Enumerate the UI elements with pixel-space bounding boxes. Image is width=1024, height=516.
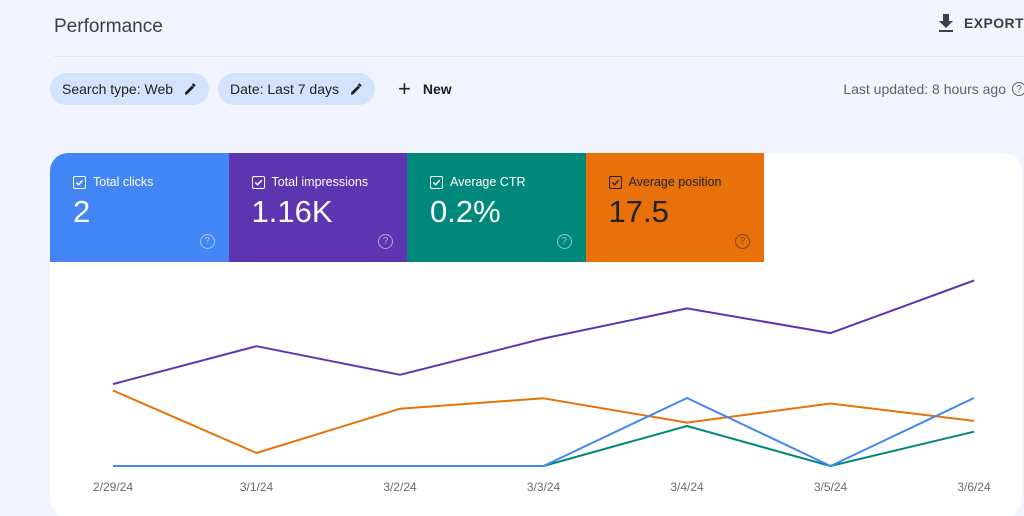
- metric-value: 17.5: [608, 194, 669, 229]
- export-label: EXPORT: [964, 15, 1024, 31]
- help-icon[interactable]: ?: [556, 234, 572, 249]
- help-icon[interactable]: ?: [378, 234, 393, 249]
- metric-total-impressions[interactable]: Total impressions 1.16K ?: [228, 153, 407, 262]
- help-icon[interactable]: ?: [735, 234, 750, 249]
- metric-label: Average position: [628, 175, 722, 189]
- page-title: Performance: [54, 16, 163, 37]
- last-updated-text: Last updated: 8 hours ago: [843, 81, 1006, 97]
- edit-pencil-icon: [185, 83, 196, 95]
- x-tick-label: 3/1/24: [240, 480, 274, 494]
- series-line-average-position[interactable]: [112, 389, 975, 454]
- metric-value: 1.16K: [251, 194, 333, 229]
- chip-label: Date: Last 7 days: [230, 81, 339, 97]
- x-tick-label: 3/4/24: [670, 480, 704, 494]
- export-button[interactable]: EXPORT: [938, 14, 1024, 32]
- metric-value: 2: [73, 194, 91, 229]
- checkbox-checked-icon[interactable]: [430, 175, 443, 189]
- download-icon: [939, 14, 954, 32]
- date-filter-chip[interactable]: Date: Last 7 days: [218, 73, 375, 105]
- x-tick-label: 2/29/24: [93, 480, 133, 494]
- last-updated-status: Last updated: 8 hours ago ?: [843, 81, 1024, 97]
- checkbox-checked-icon[interactable]: [73, 175, 86, 189]
- metric-label: Total clicks: [93, 175, 154, 189]
- performance-line-chart: 2/29/24 3/1/24 3/2/24 3/3/24 3/4/24 3/5/24 3/6…: [93, 279, 991, 494]
- search-type-filter-chip[interactable]: Search type: Web: [50, 73, 210, 105]
- metric-label: Total impressions: [271, 175, 369, 189]
- metric-average-ctr[interactable]: Average CTR 0.2% ?: [407, 153, 586, 262]
- x-tick-label: 3/5/24: [814, 480, 848, 494]
- x-tick-label: 3/6/24: [957, 480, 991, 494]
- x-tick-label: 3/3/24: [527, 480, 561, 494]
- metric-tiles: Total clicks 2 ? Total impressions 1.16K…: [50, 153, 1022, 262]
- new-label: New: [422, 81, 452, 97]
- help-icon[interactable]: ?: [199, 234, 215, 249]
- metric-total-clicks[interactable]: Total clicks 2 ?: [50, 153, 229, 262]
- info-icon[interactable]: ?: [1012, 82, 1024, 96]
- x-tick-label: 3/2/24: [383, 480, 417, 494]
- page-header: Performance EXPORT: [54, 0, 1024, 57]
- plus-icon: +: [397, 76, 411, 101]
- edit-pencil-icon: [350, 83, 362, 95]
- metric-average-position[interactable]: Average position 17.5 ?: [585, 153, 764, 262]
- performance-card: Total clicks 2 ? Total impressions 1.16K…: [50, 153, 1022, 516]
- series-line-total-clicks[interactable]: [113, 397, 975, 467]
- checkbox-checked-icon[interactable]: [608, 175, 622, 189]
- checkbox-checked-icon[interactable]: [251, 175, 265, 189]
- new-filter-button[interactable]: + New: [388, 73, 462, 105]
- chip-label: Search type: Web: [62, 81, 174, 97]
- metric-label: Average CTR: [450, 175, 526, 189]
- metric-value: 0.2%: [430, 194, 501, 229]
- series-line-total-impressions[interactable]: [112, 279, 975, 386]
- filter-bar: Search type: Web Date: Last 7 days + New: [50, 73, 462, 105]
